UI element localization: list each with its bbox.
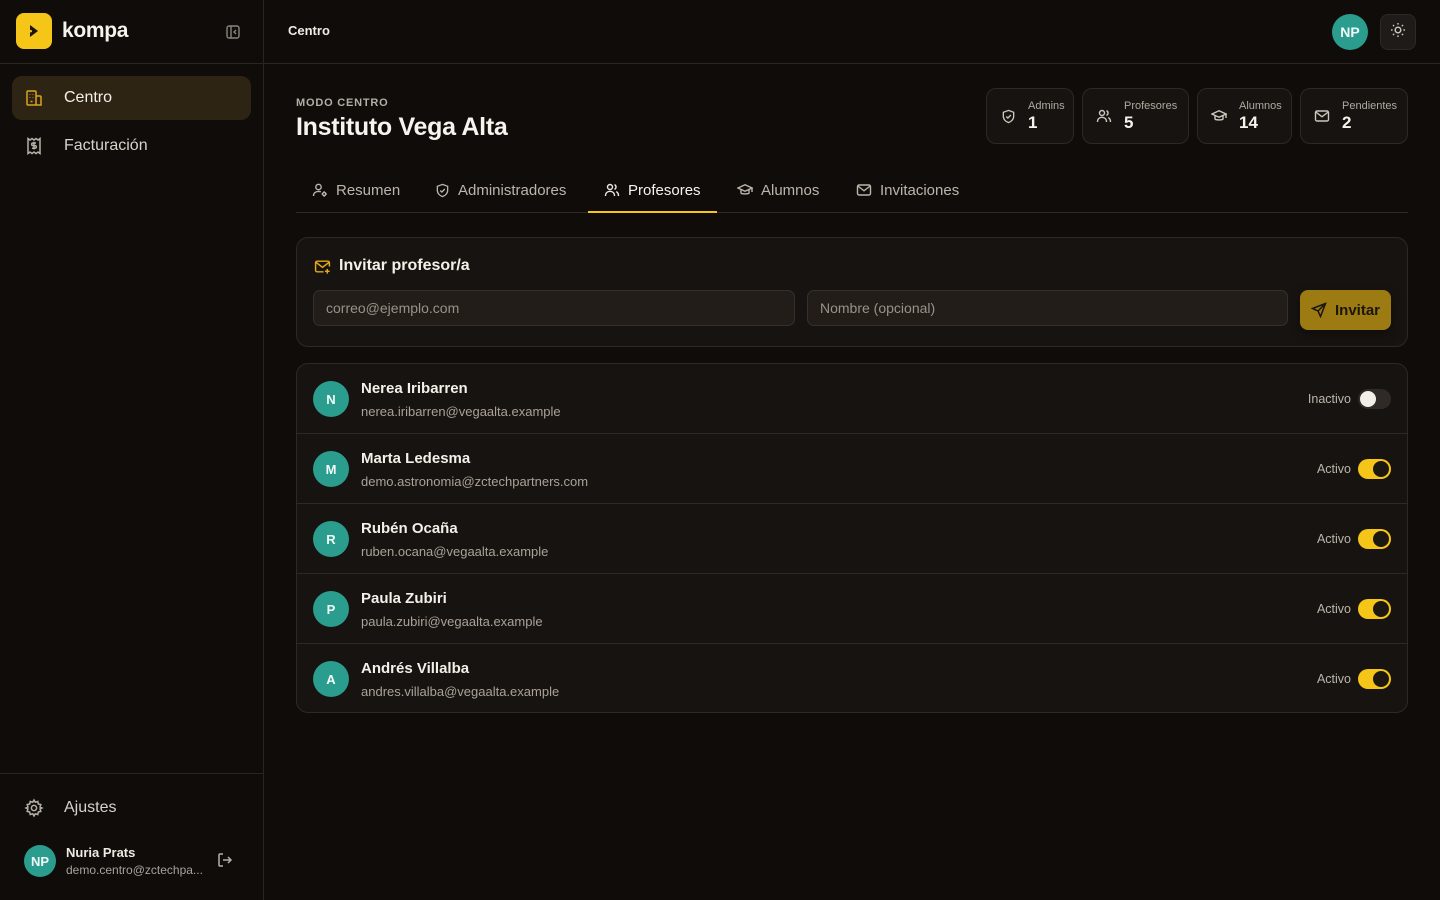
email-input[interactable]: [313, 290, 795, 326]
list-item: A Andrés Villalba andres.villalba@vegaal…: [297, 644, 1407, 712]
mail-icon: [1314, 108, 1330, 124]
avatar: P: [313, 591, 349, 627]
avatar: A: [313, 661, 349, 697]
list-item: N Nerea Iribarren nerea.iribarren@vegaal…: [297, 364, 1407, 434]
kompa-logo-icon: [16, 13, 52, 49]
user-name: Nuria Prats: [66, 845, 136, 860]
teacher-name: Paula Zubiri: [361, 590, 447, 607]
tab-resumen[interactable]: Resumen: [296, 168, 416, 212]
tab-label: Invitaciones: [880, 181, 960, 199]
tab-label: Administradores: [458, 181, 567, 199]
teacher-email: demo.astronomia@zctechpartners.com: [361, 474, 589, 489]
mail-plus-icon: [313, 257, 331, 275]
stat-pendientes: Pendientes 2: [1300, 88, 1408, 144]
tab-label: Alumnos: [761, 181, 820, 199]
users-icon: [604, 182, 620, 198]
tab-alumnos[interactable]: Alumnos: [721, 168, 835, 212]
stat-label: Alumnos: [1239, 99, 1282, 112]
list-item: P Paula Zubiri paula.zubiri@vegaalta.exa…: [297, 574, 1407, 644]
active-toggle[interactable]: [1358, 459, 1391, 479]
tabs: Resumen Administradores Profesores Alumn…: [296, 168, 1408, 213]
send-icon: [1310, 302, 1327, 318]
invite-title: Invitar profesor/a: [339, 257, 470, 274]
sidebar: kompa Centro Facturación Ajustes NP Nuri…: [0, 0, 264, 900]
teacher-email: paula.zubiri@vegaalta.example: [361, 614, 543, 629]
stat-value: 14: [1239, 112, 1258, 132]
teacher-email: andres.villalba@vegaalta.example: [361, 684, 560, 699]
invite-button-label: Invitar: [1334, 301, 1380, 319]
tab-profesores[interactable]: Profesores: [588, 168, 717, 213]
receipt-icon: [24, 136, 44, 156]
brand-name: kompa: [62, 19, 129, 42]
stat-label: Pendientes: [1342, 99, 1398, 112]
stat-profesores: Profesores 5: [1082, 88, 1189, 144]
topbar: Centro NP: [264, 0, 1440, 64]
status-label: Activo: [1316, 602, 1351, 616]
invite-button[interactable]: Invitar: [1300, 290, 1391, 330]
tab-label: Resumen: [336, 181, 401, 199]
sidebar-item-label: Facturación: [64, 137, 148, 154]
tab-invitaciones[interactable]: Invitaciones: [840, 168, 975, 212]
logout-icon[interactable]: [216, 851, 234, 869]
sidebar-item-facturacion[interactable]: Facturación: [12, 124, 251, 168]
tab-administradores[interactable]: Administradores: [418, 168, 582, 212]
avatar: NP: [24, 845, 56, 877]
teacher-email: nerea.iribarren@vegaalta.example: [361, 404, 561, 419]
active-toggle[interactable]: [1358, 529, 1391, 549]
breadcrumb: Centro: [288, 23, 330, 38]
graduation-cap-icon: [1211, 108, 1227, 124]
active-toggle[interactable]: [1358, 599, 1391, 619]
stat-value: 1: [1028, 112, 1038, 132]
mail-icon: [856, 182, 872, 198]
shield-icon: [434, 182, 450, 198]
sidebar-item-centro[interactable]: Centro: [12, 76, 251, 120]
avatar: N: [313, 381, 349, 417]
status-label: Activo: [1316, 672, 1351, 686]
mode-label: MODO CENTRO: [296, 97, 389, 109]
teacher-name: Rubén Ocaña: [361, 520, 458, 537]
teacher-name: Nerea Iribarren: [361, 380, 468, 397]
list-item: M Marta Ledesma demo.astronomia@zctechpa…: [297, 434, 1407, 504]
user-cog-icon: [312, 182, 328, 198]
sidebar-bottom-divider: [0, 773, 263, 774]
user-email: demo.centro@zctechpa...: [66, 863, 203, 877]
sidebar-item-ajustes[interactable]: Ajustes: [12, 786, 251, 830]
avatar: R: [313, 521, 349, 557]
theme-toggle-button[interactable]: [1380, 14, 1416, 50]
sidebar-item-label: Ajustes: [64, 799, 117, 816]
tab-label: Profesores: [628, 181, 701, 199]
stat-alumnos: Alumnos 14: [1197, 88, 1292, 144]
stat-label: Admins: [1028, 99, 1065, 112]
stat-label: Profesores: [1124, 99, 1178, 112]
collapse-sidebar-button[interactable]: [223, 22, 243, 42]
user-profile[interactable]: NP Nuria Prats demo.centro@zctechpa...: [24, 843, 244, 879]
list-item: R Rubén Ocaña ruben.ocana@vegaalta.examp…: [297, 504, 1407, 574]
shield-icon: [1000, 108, 1016, 124]
active-toggle[interactable]: [1358, 389, 1391, 409]
status-label: Inactivo: [1307, 392, 1351, 406]
teacher-email: ruben.ocana@vegaalta.example: [361, 544, 549, 559]
sun-icon: [1390, 22, 1406, 43]
page-title: Instituto Vega Alta: [296, 113, 508, 141]
status-label: Activo: [1316, 462, 1351, 476]
stat-value: 5: [1124, 112, 1134, 132]
brand[interactable]: kompa: [16, 13, 128, 49]
stat-admins: Admins 1: [986, 88, 1074, 144]
gear-icon: [24, 798, 44, 818]
graduation-cap-icon: [737, 182, 753, 198]
building-icon: [24, 88, 44, 108]
sidebar-divider: [0, 63, 263, 64]
users-icon: [1096, 108, 1112, 124]
teacher-name: Marta Ledesma: [361, 450, 471, 467]
stat-value: 2: [1342, 112, 1352, 132]
user-avatar-button[interactable]: NP: [1332, 14, 1368, 50]
active-toggle[interactable]: [1358, 669, 1391, 689]
status-label: Activo: [1316, 532, 1351, 546]
invite-card: Invitar profesor/a Invitar: [296, 237, 1408, 347]
teacher-name: Andrés Villalba: [361, 660, 470, 677]
name-input[interactable]: [807, 290, 1288, 326]
teachers-list: N Nerea Iribarren nerea.iribarren@vegaal…: [296, 363, 1408, 713]
avatar: M: [313, 451, 349, 487]
sidebar-item-label: Centro: [64, 89, 113, 106]
